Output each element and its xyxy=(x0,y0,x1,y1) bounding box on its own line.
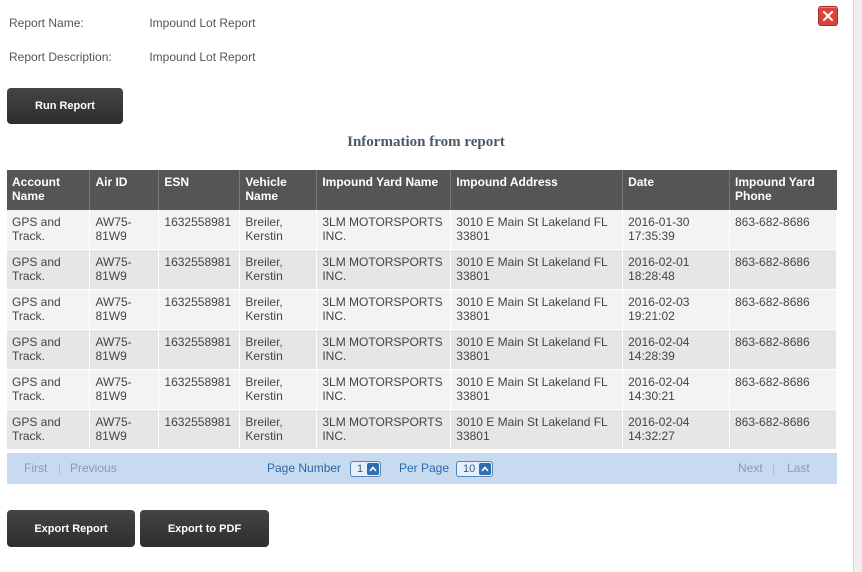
report-name-row: Report Name: Impound Lot Report xyxy=(9,16,255,30)
table-cell: 3LM MOTORSPORTS INC. xyxy=(316,409,452,450)
spinner-chevron-up-icon[interactable] xyxy=(367,463,380,475)
table-cell: 1632558981 xyxy=(158,369,241,410)
table-cell: 2016-02-04 14:32:27 xyxy=(622,409,730,450)
column-header[interactable]: Air ID xyxy=(89,170,160,210)
table-cell: AW75-81W9 xyxy=(89,289,160,330)
table-cell: Breiler, Kerstin xyxy=(239,409,318,450)
table-cell: 863-682-8686 xyxy=(729,409,837,450)
per-page-spinner[interactable]: 10 xyxy=(456,461,494,477)
table-cell: AW75-81W9 xyxy=(89,329,160,370)
table-cell: AW75-81W9 xyxy=(89,409,160,450)
table-cell: 2016-02-03 19:21:02 xyxy=(622,289,730,330)
table-cell: 2016-02-04 14:28:39 xyxy=(622,329,730,370)
table-cell: AW75-81W9 xyxy=(89,210,160,250)
table-cell: 3010 E Main St Lakeland FL 33801 xyxy=(450,369,624,410)
section-title: Information from report xyxy=(347,134,505,150)
table-cell: GPS and Track. xyxy=(7,369,91,410)
column-header[interactable]: Date xyxy=(622,170,730,210)
table-cell: Breiler, Kerstin xyxy=(239,289,318,330)
run-report-button[interactable]: Run Report xyxy=(7,88,123,124)
export-pdf-button[interactable]: Export to PDF xyxy=(140,510,269,547)
table-cell: 1632558981 xyxy=(158,249,241,290)
close-button[interactable] xyxy=(818,6,838,26)
table-cell: Breiler, Kerstin xyxy=(239,369,318,410)
table-cell: 3010 E Main St Lakeland FL 33801 xyxy=(450,329,624,370)
table-cell: GPS and Track. xyxy=(7,409,91,450)
window-edge-scrollbar xyxy=(853,0,862,572)
pager-separator: | xyxy=(58,461,62,475)
table-cell: 863-682-8686 xyxy=(729,210,837,250)
column-header[interactable]: ESN xyxy=(158,170,241,210)
table-cell: Breiler, Kerstin xyxy=(239,329,318,370)
table-cell: GPS and Track. xyxy=(7,249,91,290)
per-page-value: 10 xyxy=(463,463,476,475)
report-name-label: Report Name: xyxy=(9,16,84,30)
table-cell: 3010 E Main St Lakeland FL 33801 xyxy=(450,249,624,290)
table-cell: 1632558981 xyxy=(158,210,241,250)
report-description-row: Report Description: Impound Lot Report xyxy=(9,50,255,64)
per-page-label: Per Page xyxy=(399,461,450,475)
table-cell: 1632558981 xyxy=(158,329,241,370)
close-x-icon xyxy=(823,11,833,21)
table-cell: 2016-01-30 17:35:39 xyxy=(622,210,730,250)
table-cell: GPS and Track. xyxy=(7,329,91,370)
last-page-link[interactable]: Last xyxy=(787,461,810,475)
page-number-label: Page Number xyxy=(267,461,342,475)
page-number-value: 1 xyxy=(357,463,364,475)
column-header[interactable]: Vehicle Name xyxy=(239,170,318,210)
table-cell: 863-682-8686 xyxy=(729,369,837,410)
table-row: GPS and Track. AW75-81W9 1632558981 Brei… xyxy=(7,210,837,250)
table-cell: 863-682-8686 xyxy=(729,249,837,290)
table-cell: AW75-81W9 xyxy=(89,369,160,410)
table-row: GPS and Track. AW75-81W9 1632558981 Brei… xyxy=(7,249,837,290)
page-number-spinner[interactable]: 1 xyxy=(350,461,382,477)
first-page-link[interactable]: First xyxy=(24,461,47,475)
table-cell: 863-682-8686 xyxy=(729,289,837,330)
table-cell: 3LM MOTORSPORTS INC. xyxy=(316,369,452,410)
table-cell: 3010 E Main St Lakeland FL 33801 xyxy=(450,409,624,450)
table-cell: 2016-02-01 18:28:48 xyxy=(622,249,730,290)
column-header[interactable]: Impound Yard Name xyxy=(316,170,452,210)
table-row: GPS and Track. AW75-81W9 1632558981 Brei… xyxy=(7,409,837,450)
table-cell: GPS and Track. xyxy=(7,210,91,250)
table-row: GPS and Track. AW75-81W9 1632558981 Brei… xyxy=(7,289,837,330)
table-row: GPS and Track. AW75-81W9 1632558981 Brei… xyxy=(7,329,837,370)
table-cell: 1632558981 xyxy=(158,409,241,450)
table-cell: 3LM MOTORSPORTS INC. xyxy=(316,289,452,330)
column-header[interactable]: Impound Yard Phone xyxy=(729,170,837,210)
table-cell: AW75-81W9 xyxy=(89,249,160,290)
table-cell: 3010 E Main St Lakeland FL 33801 xyxy=(450,210,624,250)
report-description-label: Report Description: xyxy=(9,50,112,64)
table-cell: 3010 E Main St Lakeland FL 33801 xyxy=(450,289,624,330)
next-page-link[interactable]: Next xyxy=(738,461,763,475)
column-header[interactable]: Account Name xyxy=(7,170,91,210)
pagination-bar: First | Previous Page Number 1 Per Page … xyxy=(7,453,837,484)
table-header-row: Account Name Air ID ESN Vehicle Name Imp… xyxy=(7,170,837,210)
report-table: Account Name Air ID ESN Vehicle Name Imp… xyxy=(7,170,837,450)
table-cell: Breiler, Kerstin xyxy=(239,249,318,290)
table-row: GPS and Track. AW75-81W9 1632558981 Brei… xyxy=(7,369,837,410)
column-header[interactable]: Impound Address xyxy=(450,170,624,210)
export-report-button[interactable]: Export Report xyxy=(7,510,135,547)
table-cell: Breiler, Kerstin xyxy=(239,210,318,250)
table-cell: 3LM MOTORSPORTS INC. xyxy=(316,249,452,290)
table-cell: 1632558981 xyxy=(158,289,241,330)
pager-separator: | xyxy=(772,461,776,475)
table-cell: 3LM MOTORSPORTS INC. xyxy=(316,210,452,250)
spinner-chevron-up-icon[interactable] xyxy=(479,463,492,475)
table-cell: GPS and Track. xyxy=(7,289,91,330)
table-cell: 863-682-8686 xyxy=(729,329,837,370)
report-description-value: Impound Lot Report xyxy=(149,50,256,64)
table-cell: 3LM MOTORSPORTS INC. xyxy=(316,329,452,370)
table-cell: 2016-02-04 14:30:21 xyxy=(622,369,730,410)
report-name-value: Impound Lot Report xyxy=(149,16,256,30)
previous-page-link[interactable]: Previous xyxy=(70,461,117,475)
